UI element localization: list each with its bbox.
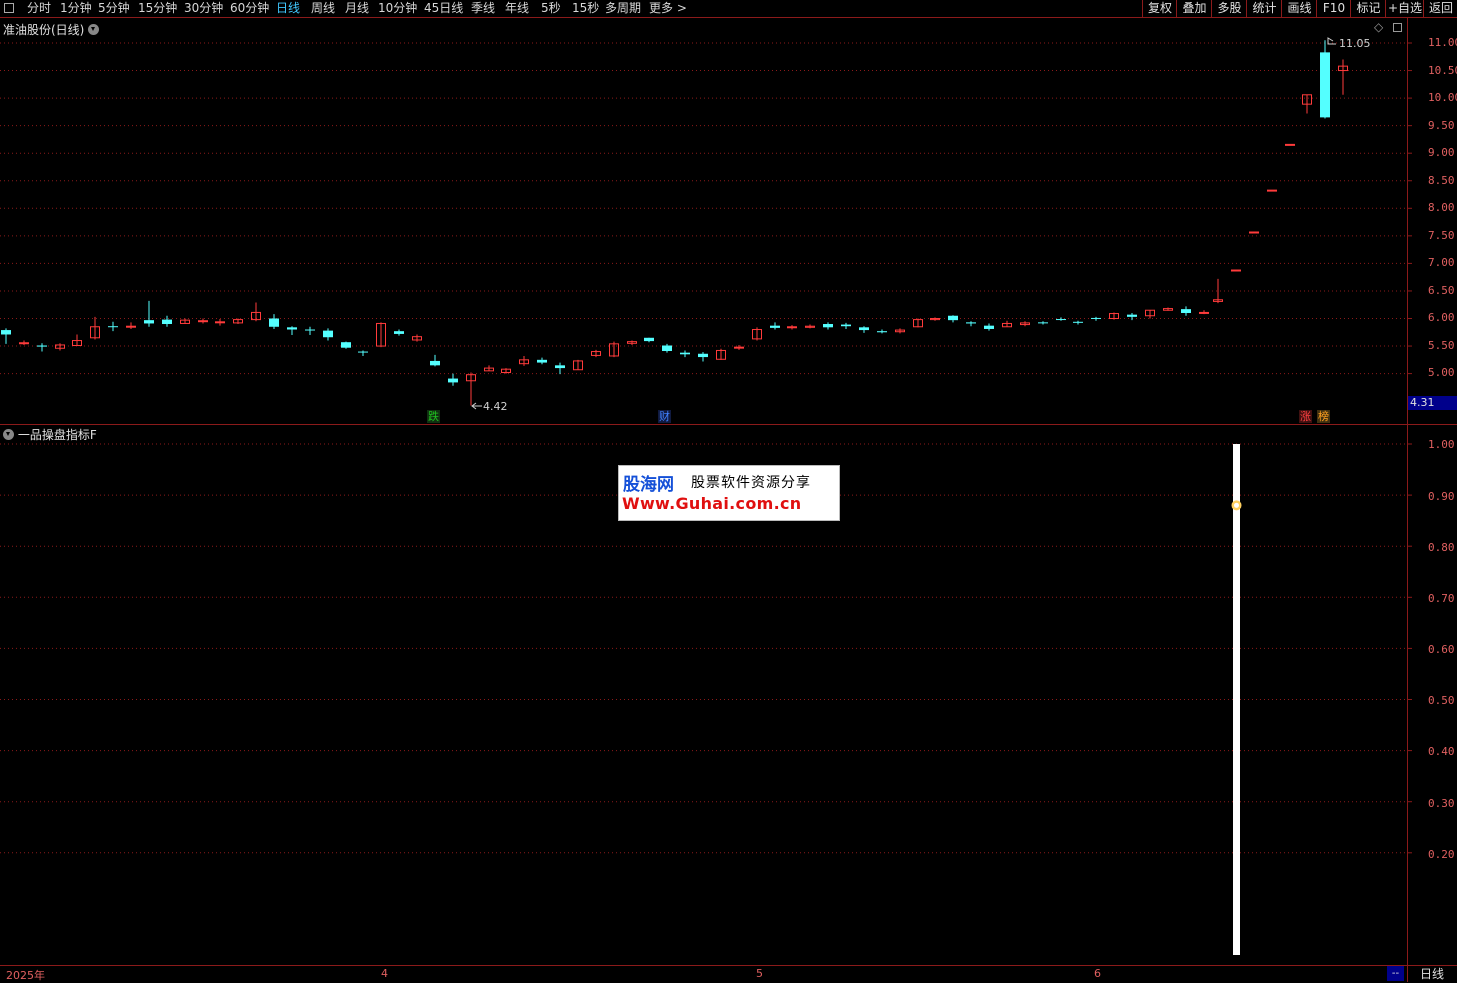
- candle-body-down: [1038, 322, 1048, 324]
- low-arrow: [471, 402, 482, 410]
- price-tick: 6.00: [1428, 311, 1455, 324]
- price-tick: 8.50: [1428, 174, 1455, 187]
- candle-body-down: [537, 359, 547, 363]
- candle-body-down: [430, 360, 440, 366]
- candle-body-down: [394, 331, 404, 334]
- indicator-signal-dot-center: [1234, 502, 1239, 508]
- candle-body-down: [144, 320, 154, 324]
- candle-body-down: [341, 342, 351, 348]
- price-tick: 5.50: [1428, 339, 1455, 352]
- x-axis-label: 5: [756, 967, 763, 980]
- candle-body-down: [1127, 314, 1137, 317]
- watermark-slogan: 股票软件资源分享: [691, 475, 811, 491]
- price-tick: 10.50: [1428, 64, 1457, 77]
- x-axis-label: 2025年: [6, 969, 45, 982]
- price-tick: 7.50: [1428, 229, 1455, 242]
- indicator-tick: 0.20: [1428, 848, 1455, 861]
- current-price-label: 4.31: [1408, 396, 1457, 410]
- x-axis-label: 4: [381, 967, 388, 980]
- candle-body-down: [108, 326, 118, 328]
- candle-body-down: [287, 327, 297, 330]
- candle-body-down: [644, 337, 654, 342]
- candle-body-up: [1267, 189, 1277, 192]
- candle-body-down: [555, 365, 565, 369]
- indicator-tick: 0.40: [1428, 745, 1455, 758]
- x-axis-end-marker[interactable]: --: [1387, 966, 1404, 981]
- price-tick: 5.00: [1428, 366, 1455, 379]
- candle-body-down: [323, 330, 333, 338]
- dropdown-circle-icon[interactable]: [3, 429, 14, 440]
- candle-body-down: [269, 318, 279, 327]
- candle-body-up: [1231, 269, 1241, 272]
- indicator-tick: 0.30: [1428, 797, 1455, 810]
- candle-body-down: [1320, 52, 1330, 118]
- candle-body-down: [1181, 309, 1191, 313]
- indicator-tick: 0.60: [1428, 643, 1455, 656]
- candle-body-up: [126, 325, 136, 328]
- candle-body-up: [198, 320, 208, 323]
- limit-up-badge[interactable]: 涨: [1299, 410, 1312, 423]
- x-axis-label: 6: [1094, 967, 1101, 980]
- price-tick: 9.00: [1428, 146, 1455, 159]
- candle-body-down: [823, 324, 833, 328]
- candle-body-up: [19, 342, 29, 345]
- finance-badge[interactable]: 财: [658, 410, 671, 423]
- candle-body-down: [770, 325, 780, 328]
- ranking-badge[interactable]: 榜: [1317, 410, 1330, 423]
- candle-body-down: [1073, 321, 1083, 323]
- indicator-tick: 0.80: [1428, 541, 1455, 554]
- candle-body-down: [948, 315, 958, 321]
- price-tick: 6.50: [1428, 284, 1455, 297]
- candle-body-down: [662, 345, 672, 352]
- watermark-logo: 股海网 股票软件资源分享 Www.Guhai.com.cn: [618, 465, 840, 521]
- watermark-brand: 股海网: [623, 475, 674, 495]
- candle-body-down: [859, 327, 869, 331]
- candle-body-up: [1285, 143, 1295, 146]
- candle-body-down: [698, 353, 708, 358]
- candle-body-down: [1056, 319, 1066, 321]
- price-tick: 8.00: [1428, 201, 1455, 214]
- candle-body-down: [680, 352, 690, 355]
- candle-body-down: [1, 330, 11, 335]
- price-tick: 9.50: [1428, 119, 1455, 132]
- candle-body-down: [305, 329, 315, 331]
- candle-body-up: [787, 326, 797, 329]
- candle-body-down: [966, 322, 976, 324]
- candle-body-down: [37, 345, 47, 347]
- fall-badge[interactable]: 跌: [427, 410, 440, 423]
- candle-body-down: [358, 351, 368, 353]
- price-tick: 11.00: [1428, 36, 1457, 49]
- price-tick: 10.00: [1428, 91, 1457, 104]
- high-price-label: 11.05: [1339, 37, 1371, 50]
- candle-body-down: [841, 324, 851, 327]
- indicator-signal-bar: [1233, 444, 1240, 955]
- candle-body-up: [1249, 231, 1259, 234]
- candle-body-down: [448, 378, 458, 383]
- candle-body-up: [215, 321, 225, 324]
- indicator-tick: 0.70: [1428, 592, 1455, 605]
- price-tick: 7.00: [1428, 256, 1455, 269]
- candle-body-down: [877, 331, 887, 333]
- indicator-title: 一品操盘指标F: [3, 426, 97, 443]
- candle-body-down: [984, 325, 994, 329]
- low-price-label: 4.42: [483, 400, 508, 413]
- period-button[interactable]: 日线: [1409, 966, 1455, 982]
- x-axis-separator: [0, 965, 1457, 966]
- indicator-tick: 1.00: [1428, 438, 1455, 451]
- indicator-tick: 0.90: [1428, 490, 1455, 503]
- candle-body-up: [734, 346, 744, 349]
- panel-separator: [0, 424, 1457, 425]
- indicator-name: 一品操盘指标F: [17, 428, 97, 442]
- candle-body-down: [1091, 317, 1101, 319]
- watermark-url: Www.Guhai.com.cn: [622, 494, 802, 513]
- candle-body-up: [1199, 311, 1209, 314]
- candle-body-down: [162, 319, 172, 325]
- right-axis-separator: [1407, 17, 1408, 982]
- indicator-tick: 0.50: [1428, 694, 1455, 707]
